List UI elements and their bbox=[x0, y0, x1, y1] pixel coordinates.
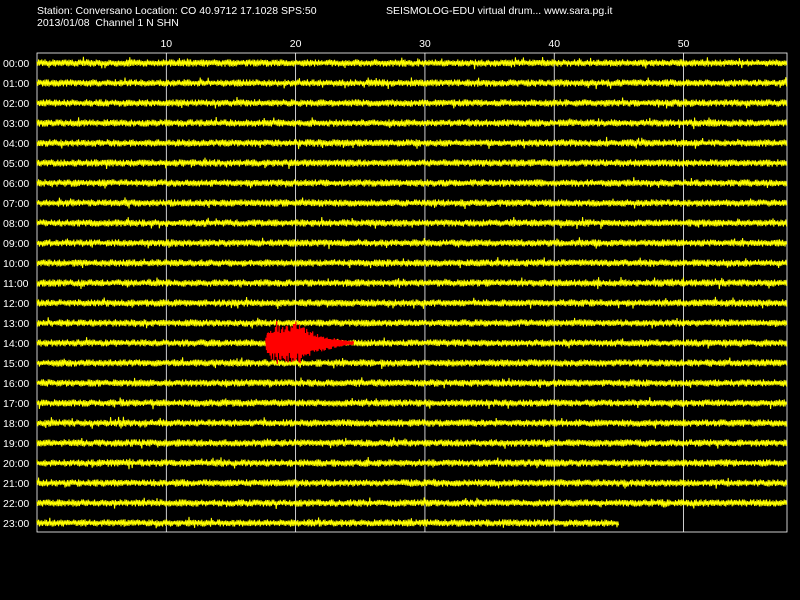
hour-label: 20:00 bbox=[3, 458, 29, 470]
trace-14:00 bbox=[36, 337, 788, 349]
hour-label: 08:00 bbox=[3, 218, 29, 230]
trace-07:00 bbox=[36, 197, 788, 210]
trace-21:00 bbox=[36, 477, 788, 489]
seismograph-drum: 10 20 30 40 50 00:00 01:00 02:00 03:00 04:00 05:0… bbox=[3, 38, 788, 533]
trace-12:00 bbox=[36, 296, 788, 310]
trace-02:00 bbox=[36, 97, 788, 109]
trace-13:00 bbox=[36, 317, 788, 329]
hour-label: 14:00 bbox=[3, 338, 29, 350]
x-tick-labels: 10 20 30 40 50 bbox=[160, 38, 689, 50]
x-tick-label-10: 10 bbox=[160, 38, 172, 50]
hour-label: 16:00 bbox=[3, 378, 29, 390]
hour-label: 02:00 bbox=[3, 98, 29, 110]
hour-label: 17:00 bbox=[3, 398, 29, 410]
hour-label: 04:00 bbox=[3, 138, 29, 150]
x-tick-label-30: 30 bbox=[419, 38, 431, 50]
hour-label: 23:00 bbox=[3, 518, 29, 530]
trace-09:00 bbox=[36, 237, 788, 250]
hour-label: 22:00 bbox=[3, 498, 29, 510]
trace-05:00 bbox=[36, 157, 788, 170]
hour-label: 18:00 bbox=[3, 418, 29, 430]
hour-label: 07:00 bbox=[3, 198, 29, 210]
x-tick-label-50: 50 bbox=[678, 38, 690, 50]
hour-labels: 00:00 01:00 02:00 03:00 04:00 05:00 06:00 07:00… bbox=[3, 58, 29, 530]
trace-03:00 bbox=[36, 117, 788, 130]
hour-label: 11:00 bbox=[3, 278, 29, 290]
trace-22:00 bbox=[36, 497, 788, 509]
trace-11:00 bbox=[36, 276, 788, 290]
hour-label: 09:00 bbox=[3, 238, 29, 250]
trace-01:00 bbox=[36, 77, 788, 90]
trace-04:00 bbox=[36, 136, 788, 150]
seismic-traces bbox=[36, 56, 788, 529]
hour-label: 21:00 bbox=[3, 478, 29, 490]
trace-15:00 bbox=[36, 357, 788, 370]
trace-10:00 bbox=[36, 257, 788, 269]
trace-19:00 bbox=[36, 437, 788, 449]
hour-label: 00:00 bbox=[3, 58, 29, 70]
hour-label: 05:00 bbox=[3, 158, 29, 170]
trace-06:00 bbox=[36, 177, 788, 189]
hour-label: 01:00 bbox=[3, 78, 29, 90]
hour-label: 15:00 bbox=[3, 358, 29, 370]
trace-20:00 bbox=[36, 457, 788, 470]
trace-08:00 bbox=[36, 216, 788, 230]
earthquake-waveform-core bbox=[266, 333, 307, 353]
hour-label: 03:00 bbox=[3, 118, 29, 130]
hour-label: 12:00 bbox=[3, 298, 29, 310]
trace-17:00 bbox=[36, 397, 788, 410]
trace-16:00 bbox=[36, 377, 788, 389]
hour-label: 10:00 bbox=[3, 258, 29, 270]
hour-label: 19:00 bbox=[3, 438, 29, 450]
earthquake-event bbox=[265, 321, 355, 364]
x-tick-label-20: 20 bbox=[290, 38, 302, 50]
x-tick-label-40: 40 bbox=[548, 38, 560, 50]
trace-18:00 bbox=[36, 416, 788, 429]
hour-label: 13:00 bbox=[3, 318, 29, 330]
hour-label: 06:00 bbox=[3, 178, 29, 190]
trace-00:00 bbox=[36, 56, 788, 70]
trace-23:00 bbox=[36, 516, 620, 529]
